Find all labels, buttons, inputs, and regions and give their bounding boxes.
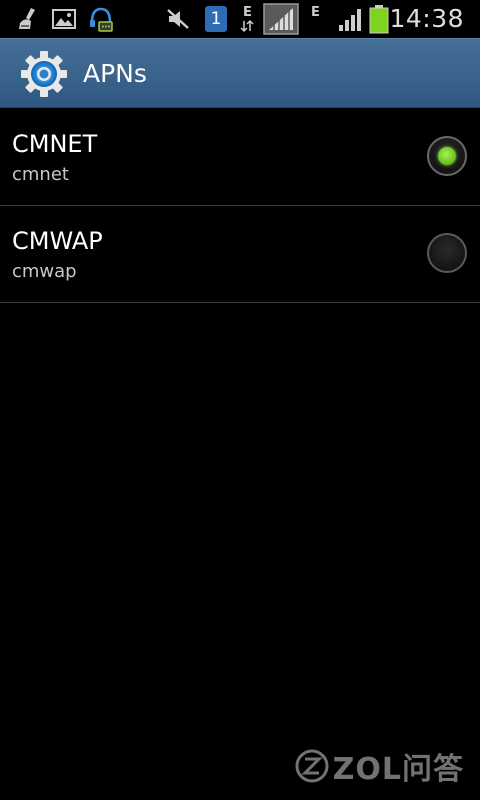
image-icon: [52, 9, 76, 29]
network-type-label: E: [243, 5, 252, 20]
signal-icon: [339, 9, 361, 31]
watermark: ZOL问答: [295, 748, 464, 787]
status-bar: 1 E E 14:38: [0, 0, 480, 38]
apn-list: CMNET cmnet CMWAP cmwap: [0, 109, 480, 303]
notification-badge-icon: 1: [205, 6, 227, 32]
apn-name: CMWAP: [12, 227, 103, 255]
network-type-label: E: [311, 5, 320, 20]
apn-value: cmnet: [12, 164, 69, 185]
radio-button-selected[interactable]: [427, 136, 467, 176]
broom-icon: [19, 8, 35, 29]
list-item-apn-cmwap[interactable]: CMWAP cmwap: [0, 206, 480, 303]
title-bar: APNs: [0, 38, 480, 108]
mute-icon: [167, 9, 189, 29]
radio-dot-icon: [438, 147, 456, 165]
status-time: 14:38: [389, 4, 464, 33]
page-title: APNs: [83, 59, 147, 88]
data-arrows-icon: [240, 19, 254, 33]
gear-icon[interactable]: [20, 50, 68, 98]
chat-headset-icon: [90, 7, 113, 32]
battery-icon: [369, 5, 389, 34]
zol-logo-icon: [295, 749, 329, 783]
watermark-text: ZOL问答: [332, 752, 464, 787]
radio-button[interactable]: [427, 233, 467, 273]
apn-name: CMNET: [12, 130, 98, 158]
signal-icon: [263, 3, 299, 35]
list-item-apn-cmnet[interactable]: CMNET cmnet: [0, 109, 480, 206]
apn-value: cmwap: [12, 261, 77, 282]
